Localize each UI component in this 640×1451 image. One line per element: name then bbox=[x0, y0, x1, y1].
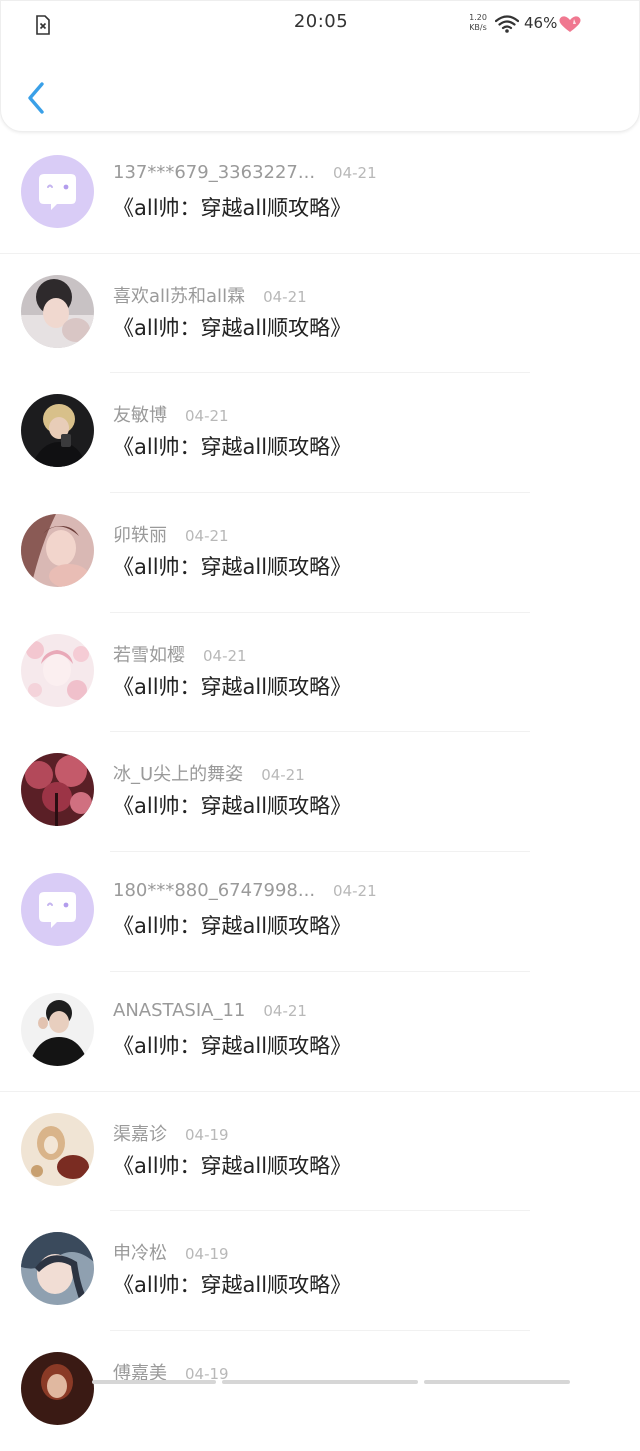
item-date: 04-21 bbox=[185, 407, 229, 426]
user-photo-avatar bbox=[21, 992, 94, 1066]
item-meta: 若雪如樱 04-21 bbox=[113, 641, 247, 667]
top-bar: 20:05 1.20 KB/s 46% bbox=[0, 0, 640, 132]
user-name: 180***880_6747998... bbox=[113, 880, 316, 902]
list-item[interactable]: 傅嘉美 04-19 bbox=[0, 1331, 640, 1451]
back-button[interactable] bbox=[19, 77, 53, 119]
user-name: 友敏博 bbox=[113, 405, 167, 427]
item-meta: 友敏博 04-21 bbox=[113, 401, 229, 427]
item-date: 04-21 bbox=[333, 164, 377, 182]
item-title: 《all帅：穿越all顺攻略》 bbox=[113, 435, 352, 460]
item-meta: 卯轶丽 04-21 bbox=[113, 521, 229, 547]
user-name: 137***679_3363227... bbox=[113, 162, 316, 183]
list-item[interactable]: ANASTASIA_11 04-21 《all帅：穿越all顺攻略》 bbox=[0, 972, 640, 1092]
item-title: 《all帅：穿越all顺攻略》 bbox=[113, 1033, 352, 1058]
network-speed: 1.20 KB/s bbox=[467, 13, 489, 33]
user-photo-avatar bbox=[21, 394, 94, 468]
network-speed-value: 1.20 bbox=[469, 13, 487, 22]
item-meta: 渠嘉诊 04-19 bbox=[113, 1120, 229, 1146]
default-chat-avatar-icon bbox=[21, 873, 94, 947]
item-title: 《all帅：穿越all顺攻略》 bbox=[113, 794, 352, 819]
list-item[interactable]: 180***880_6747998... 04-21 《all帅：穿越all顺攻略… bbox=[0, 852, 640, 972]
bottom-scroll-indicator bbox=[92, 1380, 216, 1384]
user-photo-avatar bbox=[21, 1112, 94, 1186]
chevron-left-icon bbox=[28, 82, 44, 114]
avatar bbox=[21, 873, 94, 947]
battery-level: 46% bbox=[524, 14, 558, 32]
avatar bbox=[21, 394, 94, 468]
status-bar: 20:05 1.20 KB/s 46% bbox=[1, 1, 640, 47]
default-chat-avatar-icon bbox=[21, 155, 94, 228]
list-item[interactable]: 渠嘉诊 04-19 《all帅：穿越all顺攻略》 bbox=[0, 1092, 640, 1212]
user-name: 喜欢all苏和all霖 bbox=[113, 285, 246, 307]
item-meta: 喜欢all苏和all霖 04-21 bbox=[113, 282, 307, 308]
avatar bbox=[21, 992, 94, 1066]
item-meta: ANASTASIA_11 04-21 bbox=[113, 1000, 307, 1021]
list-item[interactable]: 若雪如樱 04-21 《all帅：穿越all顺攻略》 bbox=[0, 613, 640, 733]
user-name: 若雪如樱 bbox=[113, 644, 185, 666]
avatar bbox=[21, 274, 94, 348]
user-photo-avatar bbox=[21, 633, 94, 707]
item-date: 04-21 bbox=[185, 527, 229, 546]
list-item[interactable]: 137***679_3363227... 04-21 《all帅：穿越all顺攻略… bbox=[0, 134, 640, 254]
list-item[interactable]: 申冷松 04-19 《all帅：穿越all顺攻略》 bbox=[0, 1211, 640, 1331]
bottom-scroll-indicator bbox=[424, 1380, 570, 1384]
user-name: 卯轶丽 bbox=[113, 525, 167, 547]
list-item[interactable]: 冰_U尖上的舞姿 04-21 《all帅：穿越all顺攻略》 bbox=[0, 732, 640, 853]
item-date: 04-21 bbox=[333, 882, 377, 901]
wifi-icon bbox=[495, 15, 519, 33]
user-photo-avatar bbox=[21, 753, 94, 827]
user-name: ANASTASIA_11 bbox=[113, 999, 246, 1021]
item-meta: 申冷松 04-19 bbox=[113, 1239, 229, 1265]
user-name: 申冷松 bbox=[113, 1243, 167, 1265]
item-meta: 冰_U尖上的舞姿 04-21 bbox=[113, 760, 305, 786]
network-speed-unit: KB/s bbox=[469, 23, 487, 32]
user-name: 渠嘉诊 bbox=[113, 1123, 167, 1145]
item-title: 《all帅：穿越all顺攻略》 bbox=[113, 674, 352, 699]
user-list: 137***679_3363227... 04-21 《all帅：穿越all顺攻略… bbox=[0, 134, 640, 1451]
avatar bbox=[21, 514, 94, 588]
avatar bbox=[21, 155, 94, 228]
item-date: 04-19 bbox=[185, 1245, 229, 1264]
item-meta: 180***880_6747998... 04-21 bbox=[113, 880, 377, 901]
list-item[interactable]: 卯轶丽 04-21 《all帅：穿越all顺攻略》 bbox=[0, 493, 640, 613]
item-meta: 137***679_3363227... 04-21 bbox=[113, 162, 377, 183]
avatar bbox=[21, 1232, 94, 1306]
item-date: 04-19 bbox=[185, 1125, 229, 1144]
heart-battery-icon bbox=[559, 16, 581, 32]
item-date: 04-21 bbox=[203, 646, 247, 665]
user-photo-avatar bbox=[21, 1232, 94, 1306]
item-title: 《all帅：穿越all顺攻略》 bbox=[113, 315, 352, 340]
item-date: 04-21 bbox=[263, 287, 307, 306]
item-date: 04-21 bbox=[261, 766, 305, 785]
avatar bbox=[21, 633, 94, 707]
item-title: 《all帅：穿越all顺攻略》 bbox=[113, 555, 352, 580]
user-photo-avatar bbox=[21, 274, 94, 348]
avatar bbox=[21, 1112, 94, 1186]
user-photo-avatar bbox=[21, 1351, 94, 1425]
item-title: 《all帅：穿越all顺攻略》 bbox=[113, 914, 352, 939]
bottom-scroll-indicator bbox=[222, 1380, 418, 1384]
item-title: 《all帅：穿越all顺攻略》 bbox=[113, 1153, 352, 1178]
user-photo-avatar bbox=[21, 514, 94, 588]
avatar bbox=[21, 753, 94, 827]
user-name: 冰_U尖上的舞姿 bbox=[113, 764, 244, 786]
list-item[interactable]: 喜欢all苏和all霖 04-21 《all帅：穿越all顺攻略》 bbox=[0, 254, 640, 374]
item-title: 《all帅：穿越all顺攻略》 bbox=[113, 196, 352, 220]
item-title: 《all帅：穿越all顺攻略》 bbox=[113, 1273, 352, 1298]
item-date: 04-21 bbox=[263, 1001, 307, 1020]
avatar bbox=[21, 1351, 94, 1425]
list-item[interactable]: 友敏博 04-21 《all帅：穿越all顺攻略》 bbox=[0, 373, 640, 494]
